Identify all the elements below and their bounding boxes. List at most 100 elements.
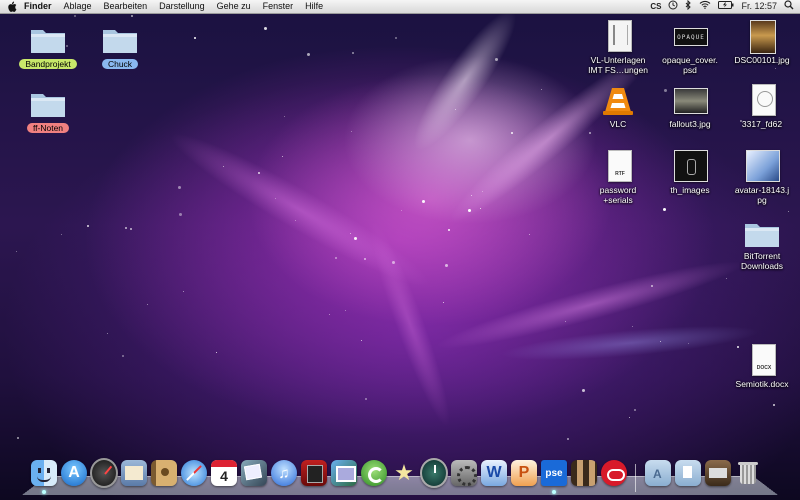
desktop-icon-avatar-18143[interactable]: avatar-18143.j pg	[722, 150, 800, 205]
desktop-icon-3317-fd62[interactable]: 3317_fd62	[722, 84, 800, 129]
image-thumbnail-icon: OPAQUE	[672, 20, 708, 52]
photoshop-elements-icon[interactable]: pse	[540, 458, 568, 494]
mail-icon[interactable]	[120, 458, 148, 488]
wallpaper-star	[223, 166, 224, 167]
image-thumbnail-icon	[744, 150, 780, 182]
bluetooth-icon[interactable]	[685, 0, 692, 14]
wallpaper-star	[284, 116, 285, 117]
wallpaper-star	[295, 220, 296, 221]
ical-day: 4	[220, 468, 228, 484]
menu-bearbeiten[interactable]: Bearbeiten	[98, 0, 154, 13]
wifi-icon[interactable]	[699, 0, 711, 13]
desktop-icon-label: 3317_fd62	[741, 119, 783, 129]
menu-hilfe[interactable]: Hilfe	[299, 0, 329, 13]
wallpaper-star	[448, 229, 450, 231]
wallpaper-star	[775, 68, 776, 69]
desktop-icon-bandprojekt[interactable]: Bandprojekt	[8, 22, 88, 72]
desktop-icon-label: ff-Noten	[26, 123, 70, 133]
wallpaper-star	[179, 213, 182, 216]
applications-folder-icon[interactable]: A	[644, 458, 672, 488]
address-book-icon[interactable]	[150, 458, 178, 488]
desktop-icon-password-serials[interactable]: RTF password +serials	[578, 150, 658, 205]
desktop-icon-label: password +serials	[599, 185, 637, 205]
cs-icon[interactable]: CS	[650, 0, 661, 13]
desktop-icon-vlc[interactable]: VLC	[578, 84, 658, 129]
trash-icon[interactable]	[734, 458, 762, 488]
menu-gehe-zu[interactable]: Gehe zu	[211, 0, 257, 13]
desktop	[0, 0, 800, 500]
safari-icon[interactable]	[180, 458, 208, 488]
lastfm-icon[interactable]	[600, 458, 628, 488]
dashboard-icon[interactable]	[90, 458, 118, 488]
image-thumbnail-icon	[672, 150, 708, 182]
wallpaper-star	[629, 417, 630, 418]
desktop-icon-bittorrent-downloads[interactable]: BitTorrent Downloads	[722, 216, 800, 271]
system-preferences-icon[interactable]	[450, 458, 478, 488]
wallpaper-star	[632, 326, 633, 327]
document-icon	[744, 84, 780, 116]
battery-icon[interactable]	[718, 0, 734, 13]
wallpaper-star	[445, 264, 448, 267]
imovie-icon[interactable]: ★	[390, 458, 418, 488]
iphoto-icon[interactable]	[330, 458, 358, 488]
wallpaper-star	[61, 234, 62, 235]
wallpaper-star	[529, 234, 530, 235]
wallpaper-star	[365, 398, 367, 400]
photo-thumbnail-icon	[672, 84, 708, 116]
wallpaper-star	[264, 27, 267, 30]
photo-booth-icon[interactable]	[300, 458, 328, 488]
wallpaper-star	[495, 58, 498, 61]
ical-icon[interactable]: 4	[210, 458, 238, 488]
folder-icon	[30, 86, 66, 118]
desktop-icon-ff-noten[interactable]: ff-Noten	[8, 86, 88, 136]
preview-icon[interactable]	[240, 458, 268, 488]
dock-separator	[635, 464, 636, 492]
menu-ablage[interactable]: Ablage	[58, 0, 98, 13]
desktop-icon-th-images[interactable]: th_images	[650, 150, 730, 195]
wallpaper-star	[107, 333, 108, 334]
spotlight-icon[interactable]	[784, 0, 794, 14]
desktop-icon-vl-unterlagen[interactable]: VL-Unterlagen IMT FS…ungen	[578, 20, 658, 75]
wallpaper-star	[422, 200, 425, 203]
wallpaper-star	[443, 302, 444, 303]
wallpaper-star	[345, 310, 346, 311]
wallpaper-star	[567, 438, 569, 440]
desktop-icon-chuck[interactable]: Chuck	[80, 22, 160, 72]
itunes-icon[interactable]: ♫	[270, 458, 298, 488]
wallpaper-star	[773, 404, 775, 406]
word-icon[interactable]: W	[480, 458, 508, 488]
wallpaper-star	[87, 225, 89, 227]
wallpaper-star	[178, 186, 181, 189]
clock[interactable]: Fr. 12:57	[741, 0, 777, 13]
desktop-icon-label: fallout3.jpg	[669, 119, 711, 129]
status-area: CS Fr. 12:57	[650, 0, 794, 13]
wallpaper-star	[122, 355, 124, 357]
time-machine-icon[interactable]	[668, 0, 678, 14]
wallpaper-star	[468, 209, 471, 212]
wallpaper-star	[541, 89, 542, 90]
menu-darstellung[interactable]: Darstellung	[153, 0, 211, 13]
time-machine-icon[interactable]	[420, 458, 448, 488]
powerpoint-icon[interactable]: P	[510, 458, 538, 488]
wallpaper-star	[511, 132, 513, 134]
desktop-icon-dsc00101[interactable]: DSC00101.jpg	[722, 20, 800, 65]
wallpaper-star	[455, 109, 456, 110]
menu-fenster[interactable]: Fenster	[257, 0, 300, 13]
apple-icon[interactable]	[6, 0, 18, 13]
file-ext-label: DOCX	[756, 365, 772, 371]
desktop-icon-fallout3[interactable]: fallout3.jpg	[650, 84, 730, 129]
wallpaper-star	[471, 195, 472, 196]
finder-icon[interactable]	[30, 458, 58, 494]
chess-icon[interactable]	[570, 458, 598, 488]
downloads-stack-icon[interactable]	[704, 458, 732, 488]
menu-finder[interactable]: Finder	[18, 0, 58, 13]
desktop-icon-opaque-cover[interactable]: OPAQUE opaque_cover. psd	[650, 20, 730, 75]
bittorrent-icon[interactable]	[360, 458, 388, 488]
rtf-document-icon: RTF	[600, 150, 636, 182]
wallpaper-star	[329, 314, 330, 315]
wallpaper-star	[183, 291, 184, 292]
documents-folder-icon[interactable]	[674, 458, 702, 488]
app-store-icon[interactable]: A	[60, 458, 88, 488]
desktop-icon-label: th_images	[670, 185, 710, 195]
desktop-icon-semiotik-docx[interactable]: DOCX Semiotik.docx	[722, 344, 800, 389]
